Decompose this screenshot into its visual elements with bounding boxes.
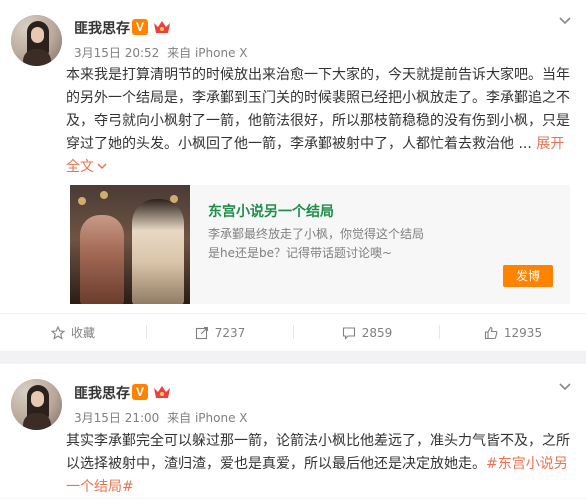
- avatar[interactable]: [11, 379, 62, 430]
- chevron-down-icon[interactable]: [559, 381, 571, 393]
- post-meta: 3月15日 21:00 来自 iPhone X: [74, 409, 252, 426]
- avatar-face: [31, 27, 44, 43]
- star-icon: [50, 325, 65, 340]
- verified-badge-icon: V: [132, 384, 148, 400]
- link-card[interactable]: 东宫小说另一个结局 李承鄞最终放走了小枫，你觉得这个结局是he还是be？记得带话…: [70, 185, 570, 304]
- thumbs-up-icon: [484, 326, 498, 339]
- timestamp[interactable]: 3月15日 20:52: [74, 46, 159, 60]
- avatar-body: [23, 49, 51, 66]
- verified-badge-icon: V: [132, 19, 148, 35]
- repost-count: 7237: [214, 325, 246, 340]
- action-bar: 收藏 7237 2859 12935: [0, 314, 586, 351]
- post-meta: 3月15日 20:52 来自 iPhone X: [74, 44, 252, 61]
- comment-count: 2859: [361, 325, 393, 340]
- link-card-title[interactable]: 东宫小说另一个结局: [208, 201, 334, 221]
- favorite-button[interactable]: 收藏: [0, 314, 146, 351]
- poster-figure-man: [132, 199, 184, 304]
- like-count: 12935: [503, 325, 543, 340]
- poster-lantern: [100, 191, 108, 199]
- like-button[interactable]: 12935: [440, 314, 586, 351]
- post-text: 其实李承鄞完全可以躲过那一箭，论箭法小枫比他差远了，准头力气皆不及，之所以选择被…: [66, 430, 571, 499]
- chevron-down-icon[interactable]: [559, 15, 571, 27]
- post-source: 来自 iPhone X: [167, 411, 248, 425]
- poster-image: [70, 185, 190, 304]
- post-card: 匪我思存 V 3月15日 21:00 来自 iPhone X 其实李承鄞完全可以…: [0, 364, 586, 498]
- comment-icon: [342, 326, 355, 340]
- poster-lantern: [78, 197, 86, 205]
- timestamp[interactable]: 3月15日 21:00: [74, 411, 159, 425]
- username[interactable]: 匪我思存: [74, 383, 130, 403]
- post-text: 本来我是打算清明节的时候放出来治愈一下大家的，今天就提前告诉大家吧。当年的另外一…: [66, 64, 571, 179]
- poster-figure-woman: [80, 215, 124, 304]
- link-card-description: 李承鄞最终放走了小枫，你觉得这个结局是he还是be？记得带话题讨论噢~: [208, 227, 425, 260]
- repost-icon: [195, 326, 208, 339]
- vip-crown-icon: [154, 21, 170, 33]
- avatar-body: [23, 413, 51, 430]
- post-body: 本来我是打算清明节的时候放出来治愈一下大家的，今天就提前告诉大家吧。当年的另外一…: [66, 67, 570, 152]
- favorite-label: 收藏: [70, 326, 95, 340]
- post-button[interactable]: 发博: [503, 265, 553, 287]
- chevron-down-icon: [97, 163, 107, 170]
- vip-crown-icon: [154, 386, 170, 398]
- avatar-face: [31, 391, 44, 407]
- avatar[interactable]: [11, 15, 62, 66]
- repost-button[interactable]: 7237: [147, 314, 293, 351]
- post-source: 来自 iPhone X: [167, 46, 248, 60]
- post-card: 匪我思存 V 3月15日 20:52 来自 iPhone X 本来我是打算清明节…: [0, 0, 586, 351]
- comment-button[interactable]: 2859: [294, 314, 440, 351]
- username[interactable]: 匪我思存: [74, 18, 130, 38]
